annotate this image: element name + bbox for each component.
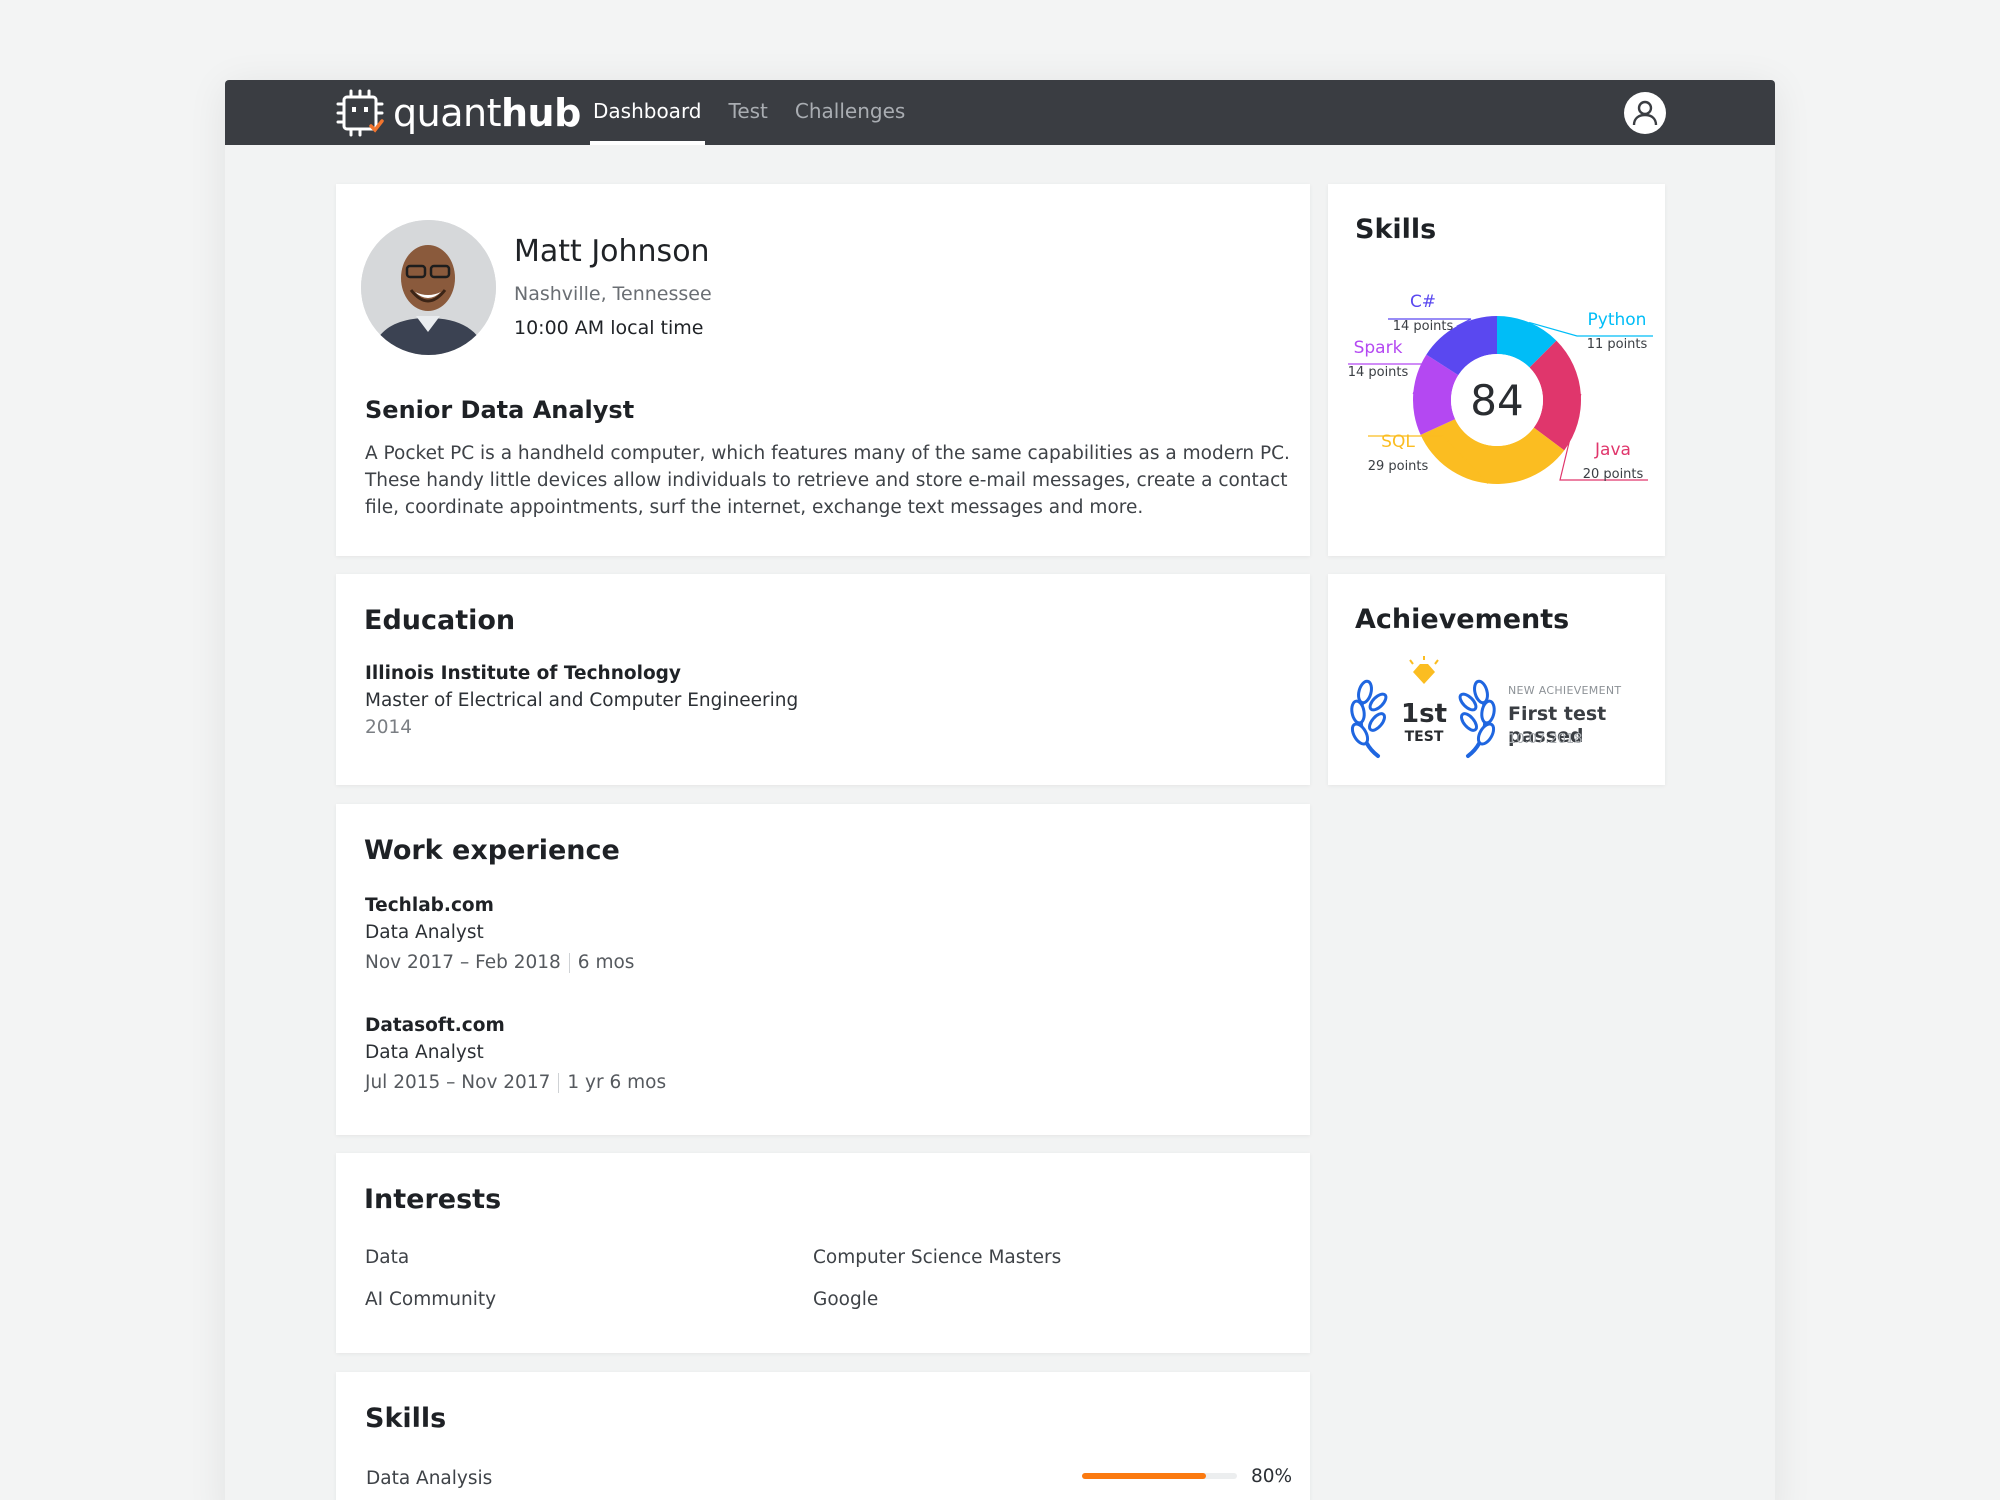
achievements-card: Achievements 1st TEST NEW ACHIEVEMENT Fi…	[1328, 574, 1665, 785]
job-duration: 1 yr 6 mos	[567, 1072, 667, 1093]
job-entry: Datasoft.com Data Analyst Jul 2015 – Nov…	[365, 1015, 666, 1096]
donut-label-name: SQL	[1381, 432, 1415, 452]
job-role: Data Analyst	[365, 922, 484, 943]
profile-location: Nashville, Tennessee	[514, 283, 712, 305]
user-icon	[1632, 100, 1658, 126]
profile-card: Matt Johnson Nashville, Tennessee 10:00 …	[336, 184, 1310, 556]
skill-progress-bar	[1082, 1473, 1237, 1479]
donut-label-points: 11 points	[1587, 337, 1648, 352]
job-entry: Techlab.com Data Analyst Nov 2017 – Feb …	[365, 895, 634, 976]
logo-text-bold: hub	[500, 91, 581, 135]
profile-local-time: 10:00 AM local time	[514, 317, 704, 339]
interests-card: Interests Data Computer Science Masters …	[336, 1153, 1310, 1353]
nav-test[interactable]: Test	[726, 80, 771, 145]
app-window: quanthub Dashboard Test Challenges Matt …	[225, 80, 1775, 1500]
achievement-label: NEW ACHIEVEMENT	[1508, 684, 1622, 697]
skill-progress-fill	[1082, 1473, 1206, 1479]
skills-donut-chart: 84 Python 11 points Java 20 points SQL 29 poi…	[1348, 292, 1653, 484]
education-year: 2014	[365, 717, 413, 738]
avatar-portrait	[361, 220, 496, 355]
skills-list-title: Skills	[365, 1403, 447, 1434]
job-role: Data Analyst	[365, 1042, 484, 1063]
nav-dashboard[interactable]: Dashboard	[590, 80, 705, 145]
interest-item: AI Community	[365, 1289, 497, 1310]
work-experience-title: Work experience	[364, 835, 620, 866]
badge-bottom-text: TEST	[1405, 729, 1444, 745]
job-duration: 6 mos	[577, 952, 635, 973]
interest-item: Google	[813, 1289, 879, 1310]
user-menu-button[interactable]	[1624, 92, 1666, 134]
logo[interactable]: quanthub	[335, 89, 581, 137]
education-title: Education	[364, 605, 516, 636]
interests-title: Interests	[364, 1184, 502, 1215]
skills-list-card: Skills Data Analysis 80%	[336, 1372, 1310, 1500]
avatar	[361, 220, 496, 355]
job-dates-row: Nov 2017 – Feb 2018 6 mos	[365, 949, 634, 976]
separator	[568, 952, 570, 973]
donut-label-name: Python	[1588, 310, 1647, 330]
skill-name: Data Analysis	[366, 1468, 493, 1489]
profile-name: Matt Johnson	[514, 234, 710, 269]
profile-job-title: Senior Data Analyst	[365, 396, 635, 424]
job-company: Techlab.com	[365, 895, 494, 916]
logo-text-light: quant	[393, 91, 501, 135]
education-card: Education Illinois Institute of Technolo…	[336, 574, 1310, 785]
top-nav-bar: quanthub Dashboard Test Challenges	[225, 80, 1775, 145]
job-company: Datasoft.com	[365, 1015, 505, 1036]
donut-label-name: Spark	[1354, 338, 1403, 358]
separator	[558, 1072, 560, 1093]
donut-label-name: Java	[1594, 440, 1631, 460]
nav-challenges[interactable]: Challenges	[792, 80, 908, 145]
work-experience-card: Work experience Techlab.com Data Analyst…	[336, 804, 1310, 1135]
profile-bio: A Pocket PC is a handheld computer, whic…	[365, 443, 1290, 518]
donut-label-points: 20 points	[1583, 467, 1644, 482]
donut-total: 84	[1470, 376, 1523, 425]
chip-logo-icon	[336, 89, 384, 137]
job-dates: Jul 2015 – Nov 2017	[365, 1072, 551, 1093]
achievement-date: 10.07.2018	[1508, 732, 1583, 747]
skill-percent: 80%	[1251, 1466, 1293, 1487]
job-dates: Nov 2017 – Feb 2018	[365, 952, 561, 973]
interest-item: Data	[365, 1247, 410, 1268]
badge-top-text: 1st	[1401, 699, 1447, 729]
donut-label-name: C#	[1410, 292, 1436, 312]
donut-label-points: 14 points	[1348, 365, 1409, 380]
donut-label-points: 29 points	[1368, 459, 1429, 474]
donut-label-points: 14 points	[1393, 319, 1454, 334]
job-dates-row: Jul 2015 – Nov 2017 1 yr 6 mos	[365, 1069, 666, 1096]
education-degree: Master of Electrical and Computer Engine…	[365, 690, 799, 711]
main-nav: Dashboard Test Challenges	[590, 80, 929, 145]
skills-chart-card: Skills 84 Python 11 points Java 20 points SQ…	[1328, 184, 1665, 556]
interest-item: Computer Science Masters	[813, 1247, 1062, 1268]
education-school: Illinois Institute of Technology	[365, 663, 681, 684]
achievements-title: Achievements	[1355, 604, 1570, 635]
logo-text: quanthub	[393, 91, 581, 135]
first-test-badge-icon: 1st TEST	[1350, 656, 1496, 758]
